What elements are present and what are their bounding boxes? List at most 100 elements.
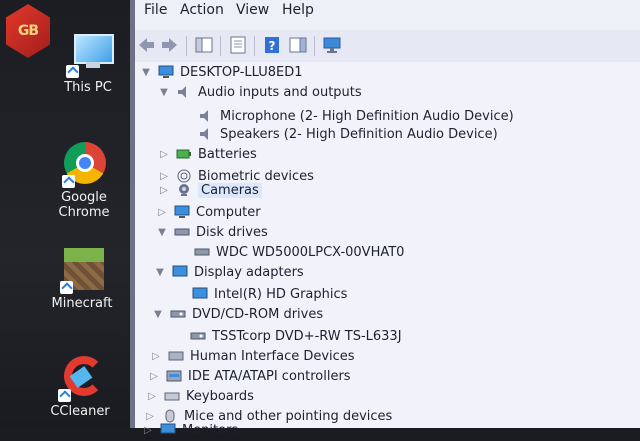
- category-keyboards[interactable]: ▷ Keyboards: [146, 386, 254, 406]
- speaker-icon: [198, 127, 214, 141]
- shortcut-arrow-icon: [66, 65, 79, 78]
- expand-arrow-icon[interactable]: ▷: [146, 391, 158, 402]
- keyboard-icon: [164, 389, 180, 403]
- collapse-arrow-icon[interactable]: ▼: [140, 67, 152, 78]
- device-dvd[interactable]: TSSTcorp DVD+-RW TS-L633J: [172, 326, 402, 346]
- shortcut-arrow-icon: [62, 175, 75, 188]
- category-label: Cameras: [198, 182, 262, 198]
- back-button[interactable]: [136, 35, 156, 55]
- expand-arrow-icon[interactable]: ▷: [156, 207, 168, 218]
- menu-action[interactable]: Action: [180, 2, 224, 18]
- forward-arrow-icon: [162, 38, 177, 52]
- optical-drive-icon: [170, 307, 186, 321]
- this-pc-shortcut[interactable]: This PC: [38, 32, 138, 95]
- collapse-arrow-icon[interactable]: ▼: [158, 87, 170, 98]
- category-label: Batteries: [198, 146, 257, 162]
- google-chrome-shortcut[interactable]: Google Chrome: [34, 142, 134, 220]
- action-pane-button[interactable]: [288, 35, 308, 55]
- help-icon: ?: [265, 37, 279, 53]
- display-adapter-icon: [172, 265, 188, 279]
- scan-hardware-changes-button[interactable]: [322, 35, 342, 55]
- display-adapter-icon: [192, 287, 208, 301]
- expand-arrow-icon[interactable]: ▷: [148, 371, 160, 382]
- forward-button[interactable]: [160, 35, 180, 55]
- camera-icon: [176, 183, 192, 197]
- console-tree-icon: [195, 37, 213, 53]
- computer-icon: [174, 205, 190, 219]
- root-label: DESKTOP-LLU8ED1: [180, 64, 303, 80]
- category-hid[interactable]: ▷ Human Interface Devices: [150, 346, 355, 366]
- speaker-icon: [176, 85, 192, 99]
- expand-arrow-icon[interactable]: ▷: [150, 351, 162, 362]
- expand-arrow-icon[interactable]: ▷: [158, 185, 170, 196]
- hid-icon: [168, 349, 184, 363]
- category-ide[interactable]: ▷ IDE ATA/ATAPI controllers: [148, 366, 350, 386]
- category-label: Computer: [196, 204, 261, 220]
- ide-controller-icon: [166, 369, 182, 383]
- device-graphics[interactable]: Intel(R) HD Graphics: [174, 284, 347, 304]
- minecraft-grass-block-icon: [58, 248, 106, 294]
- category-audio[interactable]: ▼ Audio inputs and outputs: [158, 82, 362, 102]
- device-manager-window: File Action View Help ? ▼ DESKTOP-LLU8ED…: [130, 0, 640, 438]
- toolbar: ?: [130, 30, 640, 63]
- menu-file[interactable]: File: [144, 2, 167, 18]
- svg-text:?: ?: [269, 39, 276, 53]
- collapse-arrow-icon[interactable]: ▼: [152, 309, 164, 320]
- device-microphone[interactable]: Microphone (2- High Definition Audio Dev…: [180, 106, 514, 126]
- device-label: Microphone (2- High Definition Audio Dev…: [220, 108, 514, 124]
- speaker-icon: [198, 109, 214, 123]
- category-computer[interactable]: ▷ Computer: [156, 202, 261, 222]
- shortcut-arrow-icon: [58, 389, 71, 402]
- category-label: Human Interface Devices: [190, 348, 355, 364]
- collapse-arrow-icon[interactable]: ▼: [156, 227, 168, 238]
- action-pane-icon: [289, 37, 307, 53]
- menu-help[interactable]: Help: [282, 2, 314, 18]
- shortcut-arrow-icon: [60, 281, 73, 294]
- category-label: Disk drives: [196, 224, 268, 240]
- disk-drive-icon: [174, 225, 190, 239]
- tree-root[interactable]: ▼ DESKTOP-LLU8ED1: [140, 62, 303, 82]
- device-disk[interactable]: WDC WD5000LPCX-00VHAT0: [176, 242, 404, 262]
- optical-drive-icon: [190, 329, 206, 343]
- category-batteries[interactable]: ▷ Batteries: [158, 144, 257, 164]
- expand-arrow-icon[interactable]: ▷: [142, 425, 154, 436]
- category-dvd-drives[interactable]: ▼ DVD/CD-ROM drives: [152, 304, 323, 324]
- category-monitors[interactable]: ▷ Monitors: [142, 420, 238, 440]
- menu-bar: File Action View Help: [130, 0, 640, 30]
- help-button[interactable]: ?: [262, 35, 282, 55]
- category-label: Keyboards: [186, 388, 254, 404]
- expand-arrow-icon[interactable]: ▷: [158, 149, 170, 160]
- monitor-icon: [64, 32, 114, 78]
- device-label: TSSTcorp DVD+-RW TS-L633J: [212, 328, 402, 344]
- ccleaner-icon: [56, 356, 104, 402]
- monitor-icon: [160, 423, 176, 437]
- desktop: GB This PC Google Chrome Minecraft CClea…: [0, 0, 130, 428]
- ccleaner-shortcut[interactable]: CCleaner: [30, 356, 130, 419]
- properties-sheet-icon: [230, 36, 246, 54]
- device-label: Speakers (2- High Definition Audio Devic…: [220, 126, 498, 142]
- device-tree: ▼ DESKTOP-LLU8ED1 ▼ Audio inputs and out…: [130, 62, 640, 438]
- minecraft-shortcut[interactable]: Minecraft: [32, 248, 132, 311]
- category-cameras[interactable]: ▷ Cameras: [158, 180, 262, 200]
- chrome-icon: [60, 142, 108, 188]
- category-label: Audio inputs and outputs: [198, 84, 362, 100]
- category-label: DVD/CD-ROM drives: [192, 306, 324, 322]
- show-hide-console-tree-button[interactable]: [194, 35, 214, 55]
- category-label: Display adapters: [194, 264, 304, 280]
- scan-monitor-icon: [323, 37, 341, 53]
- minecraft-label: Minecraft: [51, 296, 113, 311]
- computer-icon: [158, 65, 174, 79]
- ccleaner-label: CCleaner: [50, 404, 110, 419]
- window-border: [130, 0, 135, 428]
- collapse-arrow-icon[interactable]: ▼: [154, 267, 166, 278]
- device-label: WDC WD5000LPCX-00VHAT0: [216, 244, 405, 260]
- device-speakers[interactable]: Speakers (2- High Definition Audio Devic…: [180, 124, 498, 144]
- google-chrome-label: Google Chrome: [58, 190, 110, 220]
- disk-drive-icon: [194, 245, 210, 259]
- category-display-adapters[interactable]: ▼ Display adapters: [154, 262, 304, 282]
- battery-icon: [176, 147, 192, 161]
- properties-button[interactable]: [228, 35, 248, 55]
- category-disk-drives[interactable]: ▼ Disk drives: [156, 222, 268, 242]
- menu-view[interactable]: View: [236, 2, 269, 18]
- device-label: Intel(R) HD Graphics: [214, 286, 348, 302]
